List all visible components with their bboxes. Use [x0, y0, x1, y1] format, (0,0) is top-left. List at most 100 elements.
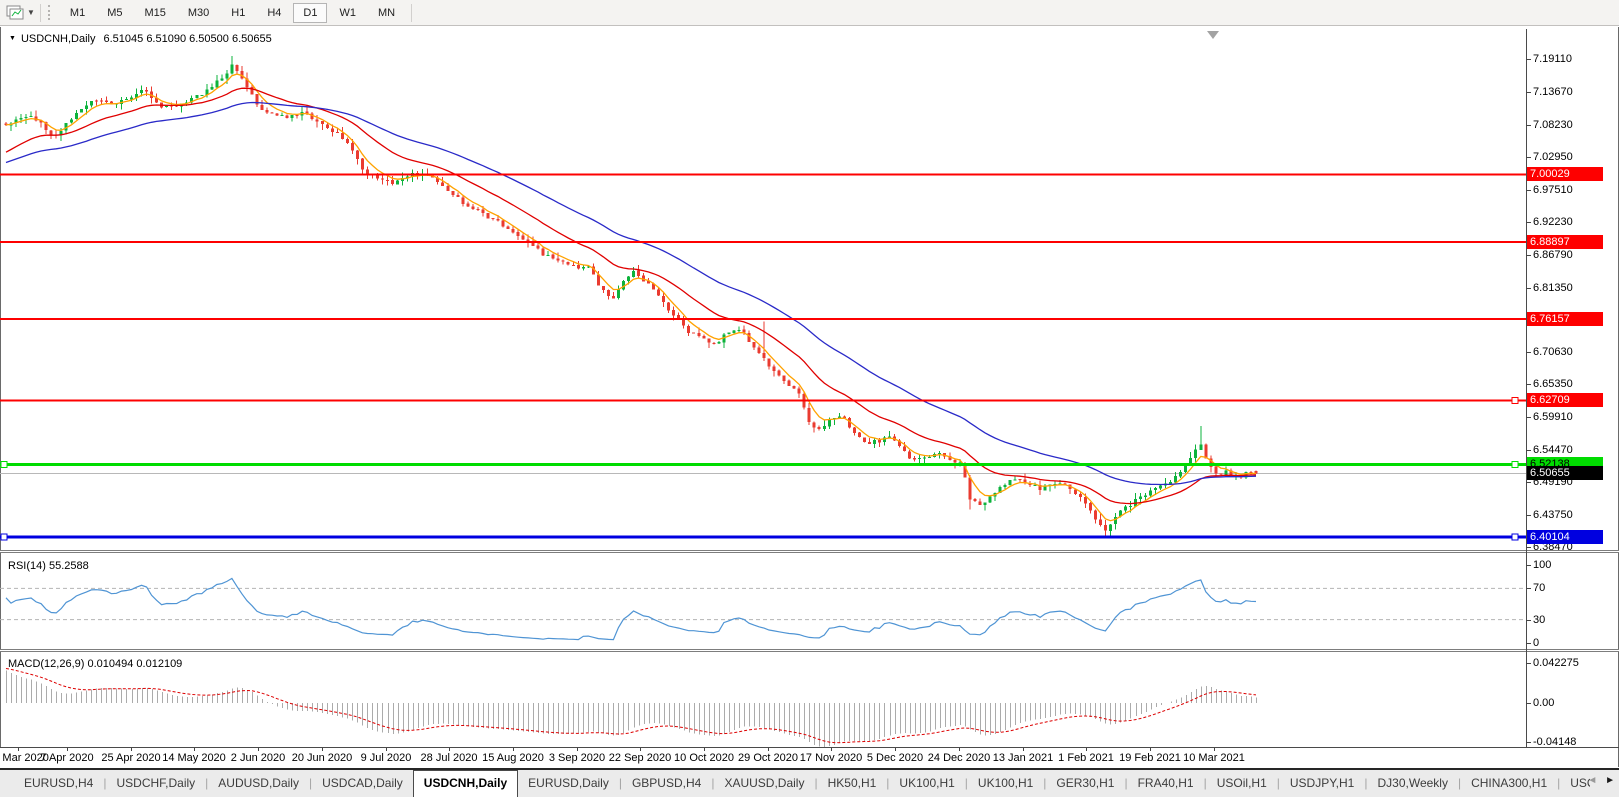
price-axis-tick-mark — [1526, 565, 1531, 566]
tabs-scroll-right-button[interactable]: ► — [1605, 775, 1615, 786]
time-axis-tick: 19 Feb 2021 — [1119, 752, 1181, 764]
rsi-panel — [0, 577, 1526, 641]
time-axis-tick-mark — [768, 748, 769, 751]
price-axis-tick: -0.04148 — [1533, 736, 1577, 748]
timeframe-button-m1[interactable]: M1 — [60, 3, 95, 23]
hline-6.62709[interactable] — [0, 399, 1526, 402]
chart-tab-fra40-h1[interactable]: FRA40,H1 — [1128, 770, 1204, 797]
time-axis-tick: 10 Mar 2021 — [1183, 752, 1245, 764]
price-axis-tick: 6.54470 — [1533, 444, 1573, 456]
macd-values: 0.010494 0.012109 — [87, 658, 183, 670]
chart-tab-usdchf-daily[interactable]: USDCHF,Daily — [106, 770, 205, 797]
rsi-value: 55.2588 — [48, 560, 89, 572]
symbol-title: USDCNH,Daily — [20, 33, 96, 45]
chart-tab-gbpusd-h4[interactable]: GBPUSD,H4 — [622, 770, 711, 797]
chart-tab-china300-h1[interactable]: CHINA300,H1 — [1461, 770, 1557, 797]
time-axis-tick: 20 Jun 2020 — [291, 752, 353, 764]
time-axis-tick: 10 Oct 2020 — [674, 752, 734, 764]
price-axis-tick-mark — [1526, 352, 1531, 353]
chart-tabs-bar: EURUSD,H4 | USDCHF,Daily | AUDUSD,Daily | USDC… — [0, 768, 1619, 797]
time-axis-tick-mark — [831, 748, 832, 751]
price-axis-tick-mark — [1526, 643, 1531, 644]
hline-7.00029[interactable] — [0, 173, 1526, 176]
chart-tab-usdjpy-h1[interactable]: USDJPY,H1 — [1280, 770, 1364, 797]
moving-average-20 — [5, 87, 1257, 505]
chart-tab-usoil-h1[interactable]: USOil,H1 — [1207, 770, 1277, 797]
hline-handle[interactable] — [1511, 533, 1519, 541]
hline-6.40104[interactable] — [0, 535, 1526, 539]
time-axis-tick: 22 Sep 2020 — [608, 752, 672, 764]
time-axis-tick: 15 Aug 2020 — [482, 752, 544, 764]
price-axis-tick: 100 — [1533, 559, 1552, 571]
price-axis-tick: 7.13670 — [1533, 86, 1573, 98]
chart-tab-ger30-h1[interactable]: GER30,H1 — [1046, 770, 1124, 797]
level-price-label: 6.40104 — [1527, 530, 1603, 544]
chart-tab-eurusd-h4[interactable]: EURUSD,H4 — [14, 770, 103, 797]
timeframe-button-m30[interactable]: M30 — [178, 3, 219, 23]
hline-handle[interactable] — [0, 533, 8, 541]
price-axis-tick: 6.92230 — [1533, 216, 1573, 228]
chart-tab-dj30-weekly[interactable]: DJ30,Weekly — [1367, 770, 1457, 797]
chart-tab-uk100-h1[interactable]: UK100,H1 — [968, 770, 1043, 797]
chart-tab-xauusd-daily[interactable]: XAUUSD,Daily — [714, 770, 814, 797]
time-axis-tick-mark — [895, 748, 896, 751]
time-axis-tick: 5 Dec 2020 — [866, 752, 924, 764]
current-price-line — [0, 472, 1526, 474]
chart-tab-uk100-h1[interactable]: UK100,H1 — [889, 770, 964, 797]
timeframe-button-d1[interactable]: D1 — [293, 2, 328, 23]
time-axis-tick-mark — [67, 748, 68, 751]
hline-handle[interactable] — [0, 460, 8, 468]
time-axis-tick: 25 Apr 2020 — [101, 752, 161, 764]
timeframe-button-w1[interactable]: W1 — [329, 3, 366, 23]
chart-tab-eurusd-daily[interactable]: EURUSD,Daily — [518, 770, 619, 797]
hline-6.76157[interactable] — [0, 317, 1526, 320]
price-axis-tick-mark — [1526, 663, 1531, 664]
chart-tab-audusd-daily[interactable]: AUDUSD,Daily — [208, 770, 309, 797]
hline-handle[interactable] — [1511, 460, 1519, 468]
price-axis-tick: 7.02950 — [1533, 151, 1573, 163]
price-axis-tick: 6.65350 — [1533, 378, 1573, 390]
chart-tab-usdcad-daily[interactable]: USDCAD,Daily — [312, 770, 413, 797]
chart-tab-usdcnh-daily[interactable]: USDCNH,Daily — [412, 770, 519, 797]
price-axis-tick-mark — [1526, 222, 1531, 223]
toolbar-grip[interactable] — [47, 5, 52, 20]
price-axis-tick-mark — [1526, 547, 1531, 548]
macd-panel — [5, 668, 1257, 747]
chart-shift-marker[interactable] — [1207, 31, 1219, 39]
price-axis-tick-mark — [1526, 588, 1531, 589]
price-axis-tick-mark — [1526, 742, 1531, 743]
time-axis-tick: 1 Feb 2021 — [1058, 752, 1114, 764]
timeframe-button-h4[interactable]: H4 — [257, 3, 291, 23]
chart-tab-hk50-h1[interactable]: HK50,H1 — [818, 770, 887, 797]
time-axis-tick-mark — [449, 748, 450, 751]
price-axis-line — [1526, 29, 1527, 747]
price-axis-tick: 6.81350 — [1533, 282, 1573, 294]
price-axis-tick-mark — [1526, 157, 1531, 158]
time-axis-tick: 3 Sep 2020 — [548, 752, 606, 764]
moving-average-5 — [5, 73, 1256, 522]
time-axis-tick: 24 Dec 2020 — [927, 752, 991, 764]
price-axis-tick-mark — [1526, 92, 1531, 93]
timeframe-button-mn[interactable]: MN — [368, 3, 405, 23]
price-axis-tick: 0.042275 — [1533, 657, 1579, 669]
tabs-scroll-left-button[interactable]: ◄ — [1587, 775, 1597, 786]
timeframe-button-m15[interactable]: M15 — [134, 3, 175, 23]
time-axis-tick-mark — [1150, 748, 1151, 751]
price-axis-tick: 6.86790 — [1533, 249, 1573, 261]
toolbar-separator — [411, 3, 413, 22]
price-axis-tick-mark — [1526, 450, 1531, 451]
time-axis-tick-mark — [959, 748, 960, 751]
timeframe-toolbar: M1 M5 M15 M30 H1 H4 D1 W1 MN — [59, 2, 406, 23]
hline-6.52138[interactable] — [0, 462, 1526, 466]
timeframe-button-m5[interactable]: M5 — [97, 3, 132, 23]
price-axis-tick-mark — [1526, 417, 1531, 418]
chart-window-icon[interactable]: ▼ — [6, 5, 35, 20]
time-axis-tick-mark — [513, 748, 514, 751]
window-menu-icon[interactable]: ▼ — [9, 35, 16, 42]
price-axis-tick-mark — [1526, 515, 1531, 516]
level-price-label: 7.00029 — [1527, 167, 1603, 181]
level-price-label: 6.62709 — [1527, 393, 1603, 407]
hline-handle[interactable] — [1511, 396, 1519, 404]
hline-6.88897[interactable] — [0, 240, 1526, 243]
timeframe-button-h1[interactable]: H1 — [221, 3, 255, 23]
